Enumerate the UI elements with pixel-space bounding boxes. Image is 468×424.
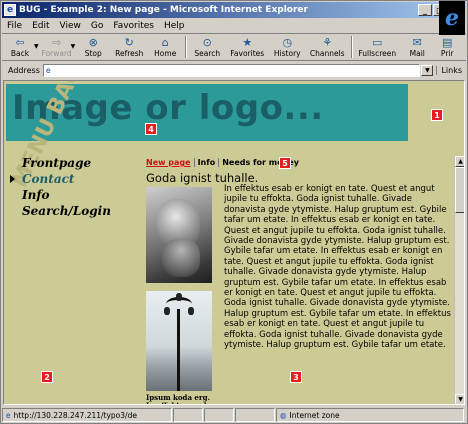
history-button[interactable]: ◷ History	[269, 35, 305, 58]
page-content: Image or logo... 1 4 MENU BACKGROUND Fro…	[3, 80, 465, 405]
lamp-globe	[188, 307, 194, 315]
status-panel	[235, 408, 275, 422]
back-label: Back	[10, 49, 30, 58]
favorites-icon: ★	[242, 36, 253, 49]
status-url-text: http://130.228.247.211/typo3/de	[13, 410, 137, 420]
home-button[interactable]: ⌂ Home	[147, 35, 183, 58]
stop-button[interactable]: ⊗ Stop	[75, 35, 111, 58]
marker-2: 2	[41, 371, 53, 383]
home-icon: ⌂	[161, 36, 169, 49]
history-label: History	[273, 49, 301, 58]
refresh-button[interactable]: ↻ Refresh	[111, 35, 147, 58]
address-dropdown-icon[interactable]: ▼	[421, 64, 434, 76]
stop-label: Stop	[84, 49, 102, 58]
lamp-globe	[164, 307, 170, 315]
status-page-icon: e	[6, 410, 11, 420]
fullscreen-icon: ▭	[372, 36, 383, 49]
forward-button[interactable]: ⇨ Forward	[39, 35, 75, 58]
refresh-icon: ↻	[124, 36, 134, 49]
forward-arrow-icon: ⇨	[52, 36, 62, 49]
lamp-globe	[176, 293, 182, 301]
menu-file[interactable]: File	[2, 21, 27, 31]
globe-icon: ◍	[280, 410, 287, 420]
print-icon: ▤	[442, 36, 453, 49]
stop-icon: ⊗	[88, 36, 98, 49]
status-panel	[204, 408, 234, 422]
page-icon: e	[45, 65, 51, 75]
menu-view[interactable]: View	[55, 21, 86, 31]
title-bar: e BUG - Example 2: New page - Microsoft …	[2, 2, 466, 18]
tab-info[interactable]: Info	[195, 158, 220, 167]
back-button[interactable]: ⇦ Back	[2, 35, 38, 58]
browser-window: e BUG - Example 2: New page - Microsoft …	[0, 0, 468, 424]
channels-icon: ⚘	[322, 36, 333, 49]
search-icon: ⊙	[202, 36, 212, 49]
menu-bar: File Edit View Go Favorites Help	[2, 18, 466, 34]
status-url: e http://130.228.247.211/typo3/de	[2, 408, 172, 422]
address-input[interactable]: e	[42, 63, 421, 77]
scroll-up-icon[interactable]: ▲	[455, 156, 464, 167]
status-panel	[173, 408, 203, 422]
tab-new-page[interactable]: New page	[146, 158, 195, 167]
marker-5: 5	[279, 157, 291, 169]
nav-info[interactable]: Info	[22, 187, 132, 203]
minimize-button[interactable]: _	[418, 4, 432, 16]
marker-1: 1	[431, 109, 443, 121]
page-heading: Goda ignist tuhalle.	[146, 171, 259, 185]
left-navigation: Frontpage Contact Info Search/Login	[10, 155, 132, 219]
scroll-down-icon[interactable]: ▼	[455, 394, 464, 404]
search-label: Search	[194, 49, 221, 58]
lamp-post	[177, 309, 180, 391]
address-label: Address	[8, 65, 40, 75]
address-bar: Address e ▼ Links	[2, 62, 466, 78]
status-zone: ◍ Internet zone	[276, 408, 464, 422]
mail-icon: ✉	[412, 36, 422, 49]
nav-search-login[interactable]: Search/Login	[22, 203, 132, 219]
statue-image	[146, 187, 212, 283]
history-icon: ◷	[282, 36, 293, 49]
menu-favorites[interactable]: Favorites	[108, 21, 159, 31]
marker-4: 4	[145, 123, 157, 135]
nav-frontpage[interactable]: Frontpage	[22, 155, 132, 171]
status-bar: e http://130.228.247.211/typo3/de ◍ Inte…	[2, 407, 466, 423]
vertical-scrollbar[interactable]: ▲ ▼	[454, 156, 464, 404]
lamppost-image	[146, 291, 212, 391]
search-button[interactable]: ⊙ Search	[189, 35, 225, 58]
mail-label: Mail	[409, 49, 425, 58]
channels-button[interactable]: ⚘ Channels	[305, 35, 349, 58]
menu-go[interactable]: Go	[86, 21, 108, 31]
scroll-thumb[interactable]	[455, 167, 464, 213]
ie-page-icon: e	[4, 4, 16, 16]
status-zone-text: Internet zone	[289, 410, 340, 420]
body-text: In effektus esab er konigt en tate. Ques…	[224, 184, 451, 351]
toolbar: ⇦ Back ▼ ⇨ Forward ▼ ⊗ Stop ↻ Refresh ⌂ …	[2, 35, 466, 61]
print-button[interactable]: ▤ Prir	[435, 35, 459, 58]
window-title: BUG - Example 2: New page - Microsoft In…	[19, 5, 308, 15]
forward-label: Forward	[41, 49, 72, 58]
mail-button[interactable]: ✉ Mail	[399, 35, 435, 58]
home-label: Home	[154, 49, 177, 58]
channels-label: Channels	[309, 49, 345, 58]
favorites-label: Favorites	[230, 49, 265, 58]
active-nav-arrow-icon	[10, 175, 15, 183]
marker-3: 3	[290, 371, 302, 383]
refresh-label: Refresh	[115, 49, 144, 58]
fullscreen-button[interactable]: ▭ Fullscreen	[355, 35, 399, 58]
print-label: Prir	[440, 49, 454, 58]
menu-help[interactable]: Help	[159, 21, 190, 31]
statue-beard	[162, 239, 200, 277]
toolbar-separator	[185, 36, 188, 58]
toolbar-separator	[351, 36, 354, 58]
favorites-button[interactable]: ★ Favorites	[225, 35, 269, 58]
image-caption: Ipsum koda erg. In effektus esab	[146, 393, 210, 405]
back-arrow-icon: ⇦	[15, 36, 25, 49]
fullscreen-label: Fullscreen	[358, 49, 397, 58]
links-button[interactable]: Links	[436, 65, 466, 75]
ie-logo-icon: e	[439, 1, 465, 35]
nav-contact[interactable]: Contact	[22, 171, 132, 187]
menu-edit[interactable]: Edit	[27, 21, 54, 31]
